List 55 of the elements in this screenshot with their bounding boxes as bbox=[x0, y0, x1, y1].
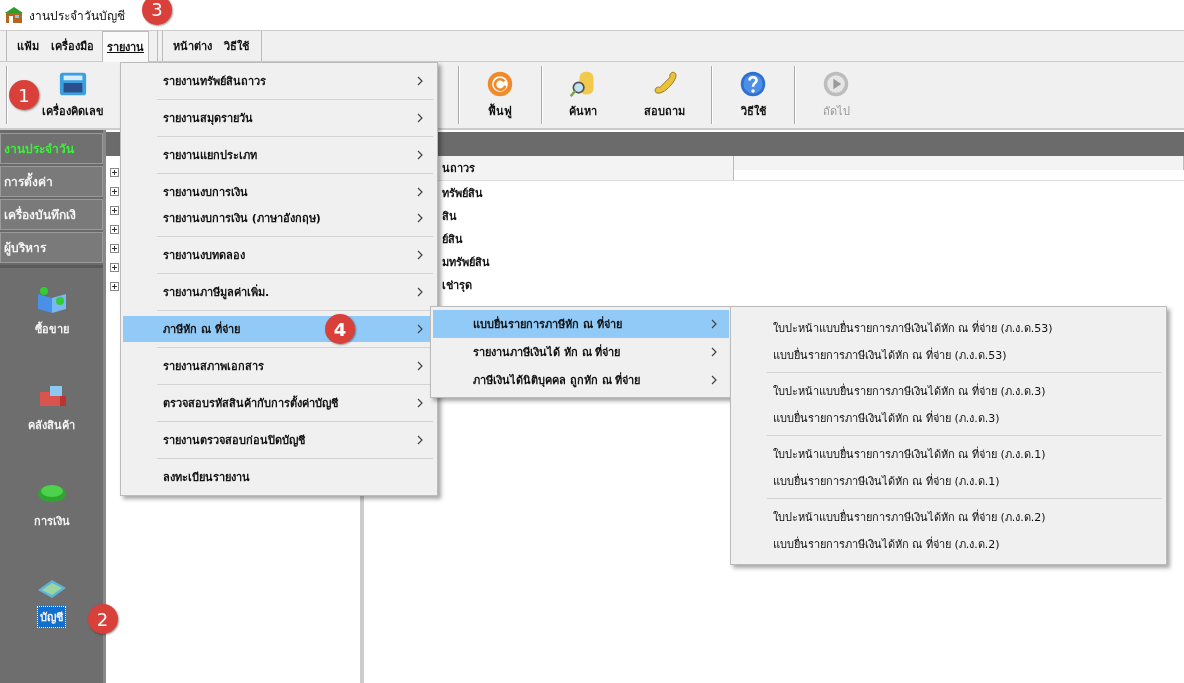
menu-item[interactable]: รายงานทรัพย์สินถาวร bbox=[123, 68, 435, 94]
play-icon bbox=[821, 70, 851, 98]
menu-item[interactable]: ตรวจสอบรหัสสินค้ากับการตั้งค่าบัญชี bbox=[123, 390, 435, 416]
menu-item[interactable]: รายงานงบทดลอง bbox=[123, 242, 435, 268]
toolbar-button[interactable]: ค้นหา bbox=[556, 68, 610, 122]
menu-item[interactable]: วิธีใช้ bbox=[220, 31, 253, 61]
calculator-icon bbox=[58, 70, 88, 98]
menu-item[interactable]: แบบยื่นรายการภาษีหัก ณ ที่จ่าย bbox=[433, 310, 729, 338]
menu-item[interactable]: รายงานตรวจสอบก่อนปิดบัญชี bbox=[123, 427, 435, 453]
menu-item[interactable]: ใบปะหน้าแบบยื่นรายการภาษีเงินได้หัก ณ ที่จ่าย (ภ.ง.ด.53) bbox=[733, 314, 1164, 341]
menu-item[interactable]: แบบยื่นรายการภาษีเงินได้หัก ณ ที่จ่าย (ภ.ง.ด.3) bbox=[733, 404, 1164, 431]
menu-item[interactable]: ใบปะหน้าแบบยื่นรายการภาษีเงินได้หัก ณ ที่จ่าย (ภ.ง.ด.1) bbox=[733, 440, 1164, 467]
expand-icon[interactable] bbox=[110, 244, 119, 253]
sidebar-tab[interactable]: ผู้บริหาร bbox=[0, 232, 103, 263]
book-icon bbox=[35, 286, 68, 314]
module-label[interactable]: การเงิน bbox=[30, 510, 73, 532]
sidebar-tab[interactable]: เครื่องบันทึกเงิ bbox=[0, 199, 103, 230]
menu-item[interactable]: ใบปะหน้าแบบยื่นรายการภาษีเงินได้หัก ณ ที่จ่าย (ภ.ง.ด.3) bbox=[733, 377, 1164, 404]
sidebar-tab[interactable]: การตั้งค่า bbox=[0, 166, 103, 197]
number-badge: 3 bbox=[142, 0, 172, 25]
window-title: งานประจำวันบัญชี bbox=[29, 7, 125, 25]
number-badge: 4 bbox=[325, 314, 355, 344]
menu-item[interactable]: รายงานงบการเงิน bbox=[123, 179, 435, 205]
menu-item[interactable]: รายงาน bbox=[102, 30, 149, 62]
expand-icon[interactable] bbox=[110, 187, 119, 196]
module-label[interactable]: คลังสินค้า bbox=[25, 414, 78, 436]
menu-item[interactable]: หน้าต่าง bbox=[169, 31, 216, 61]
expand-icon[interactable] bbox=[110, 263, 119, 272]
app-icon bbox=[4, 6, 24, 24]
toolbar-button[interactable]: วิธีใช้ bbox=[726, 68, 780, 122]
menu-item[interactable]: แบบยื่นรายการภาษีเงินได้หัก ณ ที่จ่าย (ภ.ง.ด.1) bbox=[733, 467, 1164, 494]
menu-item[interactable]: รายงานภาษีมูลค่าเพิ่ม. bbox=[123, 279, 435, 305]
help-icon bbox=[738, 70, 768, 98]
menu-item[interactable]: รายงานสมุดรายวัน bbox=[123, 105, 435, 131]
menu-item[interactable]: แฟ้ม bbox=[13, 31, 43, 61]
number-badge: 2 bbox=[87, 604, 118, 634]
menu-item[interactable]: แบบยื่นรายการภาษีเงินได้หัก ณ ที่จ่าย (ภ.ง.ด.2) bbox=[733, 530, 1164, 557]
menu-item[interactable]: รายงานงบการเงิน (ภาษาอังกฤษ) bbox=[123, 205, 435, 231]
toolbar-button[interactable]: เครื่องคิดเลข bbox=[40, 68, 106, 122]
expand-icon[interactable] bbox=[110, 282, 119, 291]
menu-item[interactable]: ใบปะหน้าแบบยื่นรายการภาษีเงินได้หัก ณ ที่จ่าย (ภ.ง.ด.2) bbox=[733, 503, 1164, 530]
number-badge: 1 bbox=[9, 80, 39, 110]
menu-item[interactable]: ภาษีเงินได้นิติบุคคล ถูกหัก ณ ที่จ่าย bbox=[433, 366, 729, 394]
expand-icon[interactable] bbox=[110, 168, 119, 177]
module-label[interactable]: ซื้อขาย bbox=[31, 318, 72, 340]
module-label[interactable]: บัญชี bbox=[37, 606, 66, 628]
toolbar-button[interactable]: ฟื้นฟู bbox=[473, 68, 527, 122]
expand-icon[interactable] bbox=[110, 206, 119, 215]
toolbar-button[interactable]: สอบถาม bbox=[632, 68, 697, 122]
refresh-icon bbox=[485, 70, 515, 98]
menu-item[interactable]: เครื่องมือ bbox=[47, 31, 98, 61]
expand-icon[interactable] bbox=[110, 225, 119, 234]
menu-item[interactable]: ลงทะเบียนรายงาน bbox=[123, 464, 435, 490]
menu-item[interactable]: รายงานภาษีเงินได้ หัก ณ ที่จ่าย bbox=[433, 338, 729, 366]
menu-item[interactable]: แบบยื่นรายการภาษีเงินได้หัก ณ ที่จ่าย (ภ.ง.ด.53) bbox=[733, 341, 1164, 368]
